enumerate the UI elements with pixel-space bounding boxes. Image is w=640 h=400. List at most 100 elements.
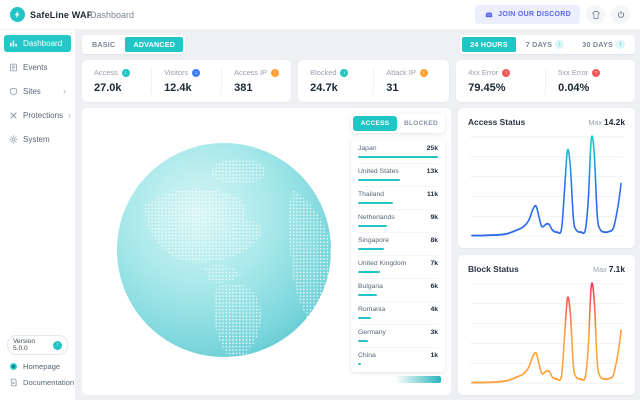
- country-value: 3k: [430, 329, 438, 336]
- top-bar: SafeLine WAF Dashboard JOIN OUR DISCORD: [0, 0, 640, 30]
- stat-value: 381: [234, 82, 279, 94]
- arrow-down-circle-icon: ↓: [340, 69, 348, 77]
- pro-arrow-icon: ↑: [616, 40, 625, 49]
- stat-visitors: Visitors↓12.4k: [151, 68, 221, 94]
- sidebar-link-documentation[interactable]: Documentation: [9, 378, 66, 387]
- power-icon-button[interactable]: [611, 5, 630, 24]
- tab-label: BASIC: [92, 40, 115, 49]
- block-status-chart: [468, 279, 625, 388]
- sidebar-link-homepage[interactable]: Homepage: [9, 362, 66, 371]
- toggle-blocked[interactable]: BLOCKED: [399, 116, 443, 131]
- country-bar: [358, 225, 387, 228]
- country-value: 13k: [427, 168, 438, 175]
- stat-label: 4xx Error: [468, 68, 498, 77]
- country-name: Germany: [358, 329, 386, 336]
- tab-7-days[interactable]: 7 DAYS↑: [518, 37, 573, 52]
- version-badge[interactable]: Version 5.0.0 ↑: [7, 335, 68, 355]
- status-charts-column: Access Status Max14.2k Block Status Max7…: [458, 108, 635, 395]
- sidebar-link-label: Documentation: [23, 378, 74, 387]
- country-bar: [358, 179, 400, 182]
- country-value: 11k: [427, 191, 438, 198]
- pro-arrow-icon: ↑: [555, 40, 564, 49]
- country-item-united-kingdom: United Kingdom 7k: [358, 255, 438, 278]
- stat-label: Access: [94, 68, 118, 77]
- tab-basic[interactable]: BASIC: [84, 37, 123, 52]
- stats-row: Access↓27.0kVisitors↓12.4kAccess IP↑381B…: [82, 60, 635, 102]
- arrow-up-circle-icon: ↑: [502, 69, 510, 77]
- sidebar-item-events[interactable]: Events: [4, 59, 71, 76]
- country-bar: [358, 340, 368, 343]
- country-stats-overlay: ACCESS BLOCKED Japan25kUnited States13kT…: [351, 114, 445, 372]
- arrow-up-circle-icon: ↑: [271, 69, 279, 77]
- country-bar: [358, 294, 377, 297]
- country-name: Thailand: [358, 191, 384, 198]
- sidebar-nav: DashboardEventsSites›Protections›System: [0, 30, 75, 148]
- stat-label: Blocked: [310, 68, 336, 77]
- sidebar-item-protections[interactable]: Protections›: [4, 107, 71, 124]
- stat-label: Access IP: [234, 68, 267, 77]
- join-discord-button[interactable]: JOIN OUR DISCORD: [475, 5, 580, 24]
- tab-label: 24 HOURS: [470, 40, 508, 49]
- country-item-bulgaria: Bulgaria6k: [358, 278, 438, 301]
- country-item-china: China 1k: [358, 347, 438, 370]
- sidebar-item-label: Events: [23, 63, 47, 72]
- stat-label: 5xx Error: [558, 68, 588, 77]
- toggle-access[interactable]: ACCESS: [353, 116, 397, 131]
- country-ranking-list: Japan25kUnited States13kThailand11kNethe…: [351, 139, 445, 372]
- block-status-title: Block Status: [468, 264, 519, 274]
- country-value: 7k: [430, 260, 438, 267]
- block-status-card: Block Status Max7.1k: [458, 255, 635, 395]
- chevron-right-icon: ›: [63, 87, 66, 96]
- sidebar-item-system[interactable]: System: [4, 131, 71, 148]
- access-status-chart: [468, 132, 625, 241]
- bar-chart-icon: [9, 39, 18, 48]
- sidebar-item-sites[interactable]: Sites›: [4, 83, 71, 100]
- arrow-up-circle-icon: ↑: [420, 69, 428, 77]
- tab-30-days[interactable]: 30 DAYS↑: [574, 37, 633, 52]
- stat-5xx-error: 5xx Error↑0.04%: [545, 68, 635, 94]
- tab-24-hours[interactable]: 24 HOURS: [462, 37, 516, 52]
- stat-value: 27.0k: [94, 82, 139, 94]
- stat-4xx-error: 4xx Error ↑ 79.45%: [456, 68, 545, 94]
- tab-advanced[interactable]: ADVANCED: [125, 37, 183, 52]
- breadcrumb: Dashboard: [90, 10, 134, 20]
- country-item-singapore: Singapore8k: [358, 232, 438, 255]
- app-logo[interactable]: SafeLine WAF: [10, 7, 76, 22]
- country-name: Romania: [358, 306, 385, 313]
- sidebar-link-label: Homepage: [23, 362, 60, 371]
- access-status-title: Access Status: [468, 117, 525, 127]
- tab-label: ADVANCED: [133, 40, 175, 49]
- country-name: Japan: [358, 145, 377, 152]
- sidebar-item-label: System: [23, 135, 50, 144]
- stat-access-ip: Access IP ↑ 381: [221, 68, 291, 94]
- country-name: China: [358, 352, 376, 359]
- stat-value: 79.45%: [468, 82, 533, 94]
- country-item-germany: Germany 3k: [358, 324, 438, 347]
- access-status-max: Max14.2k: [588, 117, 625, 127]
- country-item-romania: Romania 4k: [358, 301, 438, 324]
- stat-attack-ip: Attack IP↑31: [373, 68, 449, 94]
- sidebar-item-dashboard[interactable]: Dashboard: [4, 35, 71, 52]
- country-bar: [358, 156, 438, 159]
- doc-icon: [9, 378, 18, 387]
- country-value: 4k: [430, 306, 438, 313]
- shield-icon: [9, 87, 18, 96]
- block-status-max: Max7.1k: [593, 264, 625, 274]
- time-range-tabs: 24 HOURS 7 DAYS↑30 DAYS↑: [460, 35, 635, 54]
- sidebar-bottom: Version 5.0.0 ↑ Homepage Documentation: [0, 335, 75, 394]
- country-value: 1k: [430, 352, 438, 359]
- stat-card: 4xx Error ↑ 79.45% 5xx Error↑0.04%: [456, 60, 635, 102]
- globe-visualization: [110, 136, 338, 364]
- tshirt-icon-button[interactable]: [586, 5, 605, 24]
- country-item-netherlands: Netherlands9k: [358, 209, 438, 232]
- stat-access: Access↓27.0k: [82, 68, 151, 94]
- tshirt-icon: [591, 10, 601, 20]
- sidebar: DashboardEventsSites›Protections›System …: [0, 30, 75, 400]
- sidebar-item-label: Protections: [23, 111, 63, 120]
- stat-card: Access↓27.0kVisitors↓12.4k Access IP ↑ 381: [82, 60, 291, 102]
- stat-blocked: Blocked↓24.7k: [298, 68, 373, 94]
- upgrade-arrow-icon: ↑: [53, 341, 62, 350]
- country-name: United Kingdom: [358, 260, 406, 267]
- world-map-panel: ACCESS BLOCKED Japan25kUnited States13kT…: [82, 108, 451, 395]
- country-bar: [358, 248, 384, 251]
